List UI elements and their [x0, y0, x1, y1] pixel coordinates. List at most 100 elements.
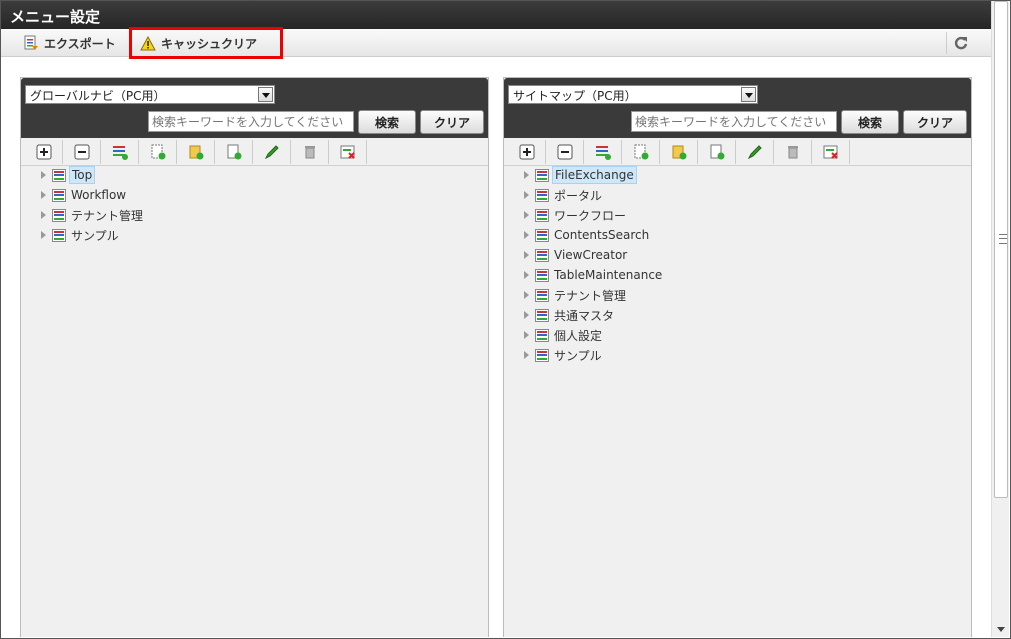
- tree-node-label[interactable]: ポータル: [552, 186, 604, 205]
- scroll-down-arrow-icon[interactable]: [997, 627, 1005, 632]
- scrollbar-grip-icon: [999, 234, 1007, 244]
- add-folder-button[interactable]: [660, 140, 698, 164]
- tree-node-label[interactable]: Top: [69, 166, 96, 184]
- expand-arrow-icon[interactable]: [524, 191, 529, 199]
- expand-arrow-icon[interactable]: [41, 171, 46, 179]
- expand-arrow-icon[interactable]: [524, 311, 529, 319]
- tree-node-label[interactable]: FileExchange: [552, 166, 637, 184]
- tree-node-label[interactable]: テナント管理: [69, 206, 145, 225]
- delete-icon: [304, 146, 315, 159]
- tree-node-label[interactable]: サンプル: [552, 346, 604, 365]
- expand-arrow-icon[interactable]: [41, 211, 46, 219]
- search-button[interactable]: 検索: [358, 110, 416, 134]
- clear-button[interactable]: クリア: [903, 110, 967, 134]
- menu-select[interactable]: サイトマップ（PC用）: [508, 85, 758, 104]
- add-node-icon: [595, 146, 611, 160]
- remove-button[interactable]: [812, 140, 850, 164]
- panel-header: グローバルナビ（PC用） 検索 クリア: [21, 78, 488, 138]
- expand-arrow-icon[interactable]: [524, 211, 529, 219]
- expand-arrow-icon[interactable]: [524, 291, 529, 299]
- collapse-all-button[interactable]: [546, 140, 584, 164]
- tree-node[interactable]: 個人設定: [524, 325, 664, 345]
- tree-node-label[interactable]: TableMaintenance: [552, 267, 664, 283]
- menu-select[interactable]: グローバルナビ（PC用）: [25, 85, 275, 104]
- search-input[interactable]: [148, 111, 354, 132]
- clear-button[interactable]: クリア: [420, 110, 484, 134]
- collapse-all-icon: [557, 144, 572, 160]
- expand-arrow-icon[interactable]: [524, 351, 529, 359]
- expand-arrow-icon[interactable]: [524, 171, 529, 179]
- new-item-icon: [227, 144, 241, 160]
- refresh-button[interactable]: [946, 32, 974, 54]
- add-page-button[interactable]: [622, 140, 660, 164]
- add-folder-button[interactable]: [177, 140, 215, 164]
- collapse-all-button[interactable]: [63, 140, 101, 164]
- tree-node-label[interactable]: ワークフロー: [552, 206, 628, 225]
- tree-node[interactable]: Workflow: [41, 185, 145, 205]
- expand-arrow-icon[interactable]: [524, 331, 529, 339]
- search-button[interactable]: 検索: [841, 110, 899, 134]
- tree-node[interactable]: FileExchange: [524, 165, 664, 185]
- export-icon: [24, 35, 38, 50]
- delete-button[interactable]: [774, 140, 812, 164]
- new-item-button[interactable]: [215, 140, 253, 164]
- tree-node-label[interactable]: ViewCreator: [552, 247, 629, 263]
- add-node-icon: [112, 146, 128, 160]
- dropdown-arrow-icon[interactable]: [258, 87, 273, 102]
- title-bar: メニュー設定: [1, 1, 991, 29]
- add-node-button[interactable]: [101, 140, 139, 164]
- tree-node[interactable]: サンプル: [41, 225, 145, 245]
- tree-node-label[interactable]: サンプル: [69, 226, 121, 245]
- menu-node-icon: [535, 328, 549, 342]
- edit-button[interactable]: [253, 140, 291, 164]
- edit-icon: [264, 145, 279, 160]
- menu-node-icon: [52, 188, 66, 202]
- menu-tree: Top Workflow テナント管理 サンプル: [41, 165, 145, 245]
- expand-arrow-icon[interactable]: [41, 191, 46, 199]
- menu-node-icon: [52, 208, 66, 222]
- scrollbar-thumb[interactable]: [994, 1, 1008, 498]
- tree-node-label[interactable]: Workflow: [69, 187, 128, 203]
- tree-node[interactable]: サンプル: [524, 345, 664, 365]
- expand-all-button[interactable]: [508, 140, 546, 164]
- tree-node-label[interactable]: 共通マスタ: [552, 306, 616, 325]
- tree-node[interactable]: ワークフロー: [524, 205, 664, 225]
- expand-arrow-icon[interactable]: [524, 251, 529, 259]
- menu-select-value: サイトマップ（PC用）: [513, 89, 637, 103]
- menu-node-icon: [535, 208, 549, 222]
- menu-node-icon: [535, 308, 549, 322]
- edit-button[interactable]: [736, 140, 774, 164]
- add-node-button[interactable]: [584, 140, 622, 164]
- tree-node[interactable]: 共通マスタ: [524, 305, 664, 325]
- menu-node-icon: [535, 168, 549, 182]
- expand-all-button[interactable]: [25, 140, 63, 164]
- export-button[interactable]: エクスポート: [17, 32, 122, 54]
- add-folder-icon: [672, 145, 686, 160]
- tree-node[interactable]: テナント管理: [524, 285, 664, 305]
- menu-node-icon: [535, 268, 549, 282]
- add-page-button[interactable]: [139, 140, 177, 164]
- tree-node[interactable]: テナント管理: [41, 205, 145, 225]
- tree-node[interactable]: ContentsSearch: [524, 225, 664, 245]
- collapse-all-icon: [74, 144, 89, 160]
- tree-node-label[interactable]: ContentsSearch: [552, 227, 651, 243]
- tree-node-label[interactable]: 個人設定: [552, 326, 604, 345]
- panel-global-navi: グローバルナビ（PC用） 検索 クリア Top Workflow テナント管理サンプ…: [20, 77, 489, 637]
- tree-node[interactable]: Top: [41, 165, 145, 185]
- expand-all-icon: [519, 144, 534, 160]
- dropdown-arrow-icon[interactable]: [741, 87, 756, 102]
- tree-node[interactable]: ポータル: [524, 185, 664, 205]
- search-input[interactable]: [631, 111, 837, 132]
- delete-button[interactable]: [291, 140, 329, 164]
- remove-button[interactable]: [329, 140, 367, 164]
- tree-node[interactable]: ViewCreator: [524, 245, 664, 265]
- remove-icon: [823, 145, 838, 159]
- tree-node[interactable]: TableMaintenance: [524, 265, 664, 285]
- page-scrollbar[interactable]: [991, 1, 1009, 637]
- tree-toolbar: [508, 140, 850, 164]
- expand-arrow-icon[interactable]: [524, 231, 529, 239]
- expand-arrow-icon[interactable]: [41, 231, 46, 239]
- tree-node-label[interactable]: テナント管理: [552, 286, 628, 305]
- expand-arrow-icon[interactable]: [524, 271, 529, 279]
- new-item-button[interactable]: [698, 140, 736, 164]
